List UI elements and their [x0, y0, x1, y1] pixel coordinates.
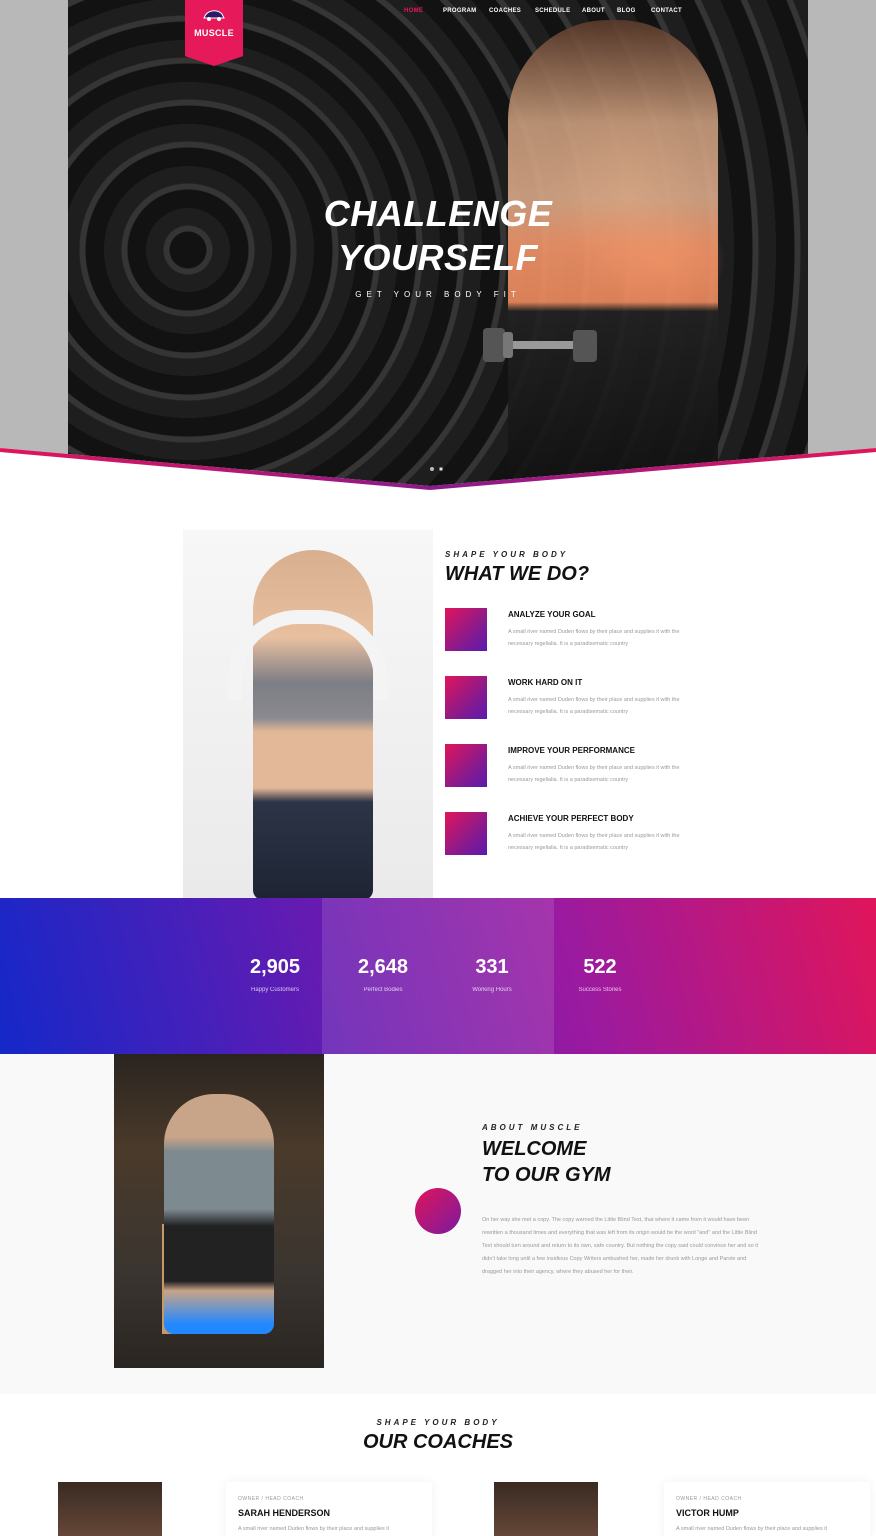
hero-subtitle: GET YOUR BODY FIT — [355, 290, 521, 299]
coach-text: A small river named Duden flows by their… — [238, 1526, 390, 1532]
slider-dots — [430, 467, 443, 471]
service-icon — [445, 812, 487, 855]
main-nav: HOME PROGRAM COACHES SCHEDULE ABOUT BLOG… — [404, 8, 691, 14]
athlete-figure — [164, 1094, 274, 1334]
stats-band: 2,905 Happy Customers 2,648 Perfect Bodi… — [0, 898, 876, 1054]
service-item: WORK HARD ON IT A small river named Dude… — [445, 676, 705, 744]
service-text: A small river named Duden flows by their… — [508, 765, 680, 783]
service-title: ANALYZE YOUR GOAL — [508, 610, 596, 619]
what-we-do-title: WHAT WE DO? — [445, 563, 590, 585]
coach-name[interactable]: VICTOR HUMP — [676, 1508, 858, 1518]
coach-card: OWNER / HEAD COACH VICTOR HUMP A small r… — [664, 1482, 870, 1536]
what-we-do-heading: SHAPE YOUR BODY WHAT WE DO? — [445, 550, 589, 587]
coaches-title: OUR COACHES — [362, 1431, 513, 1453]
coaches-heading: SHAPE YOUR BODY OUR COACHES — [0, 1418, 876, 1455]
service-icon — [445, 608, 487, 651]
nav-blog[interactable]: BLOG — [617, 8, 651, 14]
stat-label: Working Hours — [472, 987, 512, 993]
stat-success-stories: 522 Success Stories — [560, 956, 640, 993]
stat-value: 331 — [475, 956, 509, 978]
service-item: ANALYZE YOUR GOAL A small river named Du… — [445, 608, 705, 676]
dumbbell-image — [483, 328, 597, 362]
stat-label: Success Stories — [578, 987, 622, 993]
stat-working-hours: 331 Working Hours — [452, 956, 532, 993]
coach-role: OWNER / HEAD COACH — [238, 1496, 304, 1502]
stat-label: Perfect Bodies — [363, 987, 403, 993]
about-text: On her way she met a copy. The copy warn… — [482, 1217, 758, 1275]
brand-logo[interactable]: MUSCLE — [185, 0, 243, 66]
service-item: ACHIEVE YOUR PERFECT BODY A small river … — [445, 812, 705, 880]
about-heading: ABOUT MUSCLE WELCOME TO OUR GYM — [482, 1123, 611, 1188]
what-we-do-image — [183, 530, 433, 900]
service-text: A small river named Duden flows by their… — [508, 697, 680, 715]
what-we-do-list: ANALYZE YOUR GOAL A small river named Du… — [445, 608, 705, 880]
service-item: IMPROVE YOUR PERFORMANCE A small river n… — [445, 744, 705, 812]
stat-value: 522 — [583, 956, 617, 978]
slider-dot-2[interactable] — [439, 467, 443, 471]
what-we-do-kicker: SHAPE YOUR BODY — [445, 550, 569, 559]
muscle-car-icon — [203, 10, 225, 21]
page: MUSCLE HOME PROGRAM COACHES SCHEDULE ABO… — [0, 0, 876, 1536]
stat-label: Happy Customers — [250, 987, 300, 993]
nav-about[interactable]: ABOUT — [582, 8, 617, 14]
stat-value: 2,648 — [357, 956, 409, 978]
coach-role: OWNER / HEAD COACH — [676, 1496, 742, 1502]
coaches-kicker: SHAPE YOUR BODY — [376, 1418, 500, 1427]
service-text: A small river named Duden flows by their… — [508, 629, 680, 647]
service-text: A small river named Duden flows by their… — [508, 833, 680, 851]
service-title: WORK HARD ON IT — [508, 678, 583, 687]
nav-schedule[interactable]: SCHEDULE — [535, 8, 582, 14]
service-title: IMPROVE YOUR PERFORMANCE — [508, 746, 635, 755]
stat-happy-customers: 2,905 Happy Customers — [235, 956, 315, 993]
hero-title: CHALLENGE YOURSELF — [68, 192, 808, 280]
about-image — [114, 1054, 324, 1368]
service-icon — [445, 676, 487, 719]
stat-perfect-bodies: 2,648 Perfect Bodies — [343, 956, 423, 993]
slider-dot-1[interactable] — [430, 467, 434, 471]
stat-value: 2,905 — [249, 956, 301, 978]
hero-title-line2: YOURSELF — [337, 237, 538, 278]
coach-card: OWNER / HEAD COACH SARAH HENDERSON A sma… — [226, 1482, 432, 1536]
fitness-woman-figure — [253, 550, 373, 900]
coach-photo — [58, 1482, 162, 1536]
coach-text: A small river named Duden flows by their… — [676, 1526, 828, 1532]
service-title: ACHIEVE YOUR PERFECT BODY — [508, 814, 634, 823]
hero-bottom-divider — [0, 448, 876, 508]
hero-title-line1: CHALLENGE — [323, 193, 553, 234]
coach-photo — [494, 1482, 598, 1536]
logo-text: MUSCLE — [194, 28, 234, 38]
about-kicker: ABOUT MUSCLE — [482, 1123, 583, 1132]
nav-contact[interactable]: CONTACT — [651, 8, 691, 14]
about-title-line2: TO OUR GYM — [482, 1164, 611, 1186]
service-icon — [445, 744, 487, 787]
nav-program[interactable]: PROGRAM — [443, 8, 489, 14]
nav-coaches[interactable]: COACHES — [489, 8, 535, 14]
about-title-line1: WELCOME — [482, 1138, 587, 1160]
nav-home[interactable]: HOME — [404, 8, 443, 14]
decorative-circle — [415, 1188, 461, 1234]
coach-name[interactable]: SARAH HENDERSON — [238, 1508, 420, 1518]
